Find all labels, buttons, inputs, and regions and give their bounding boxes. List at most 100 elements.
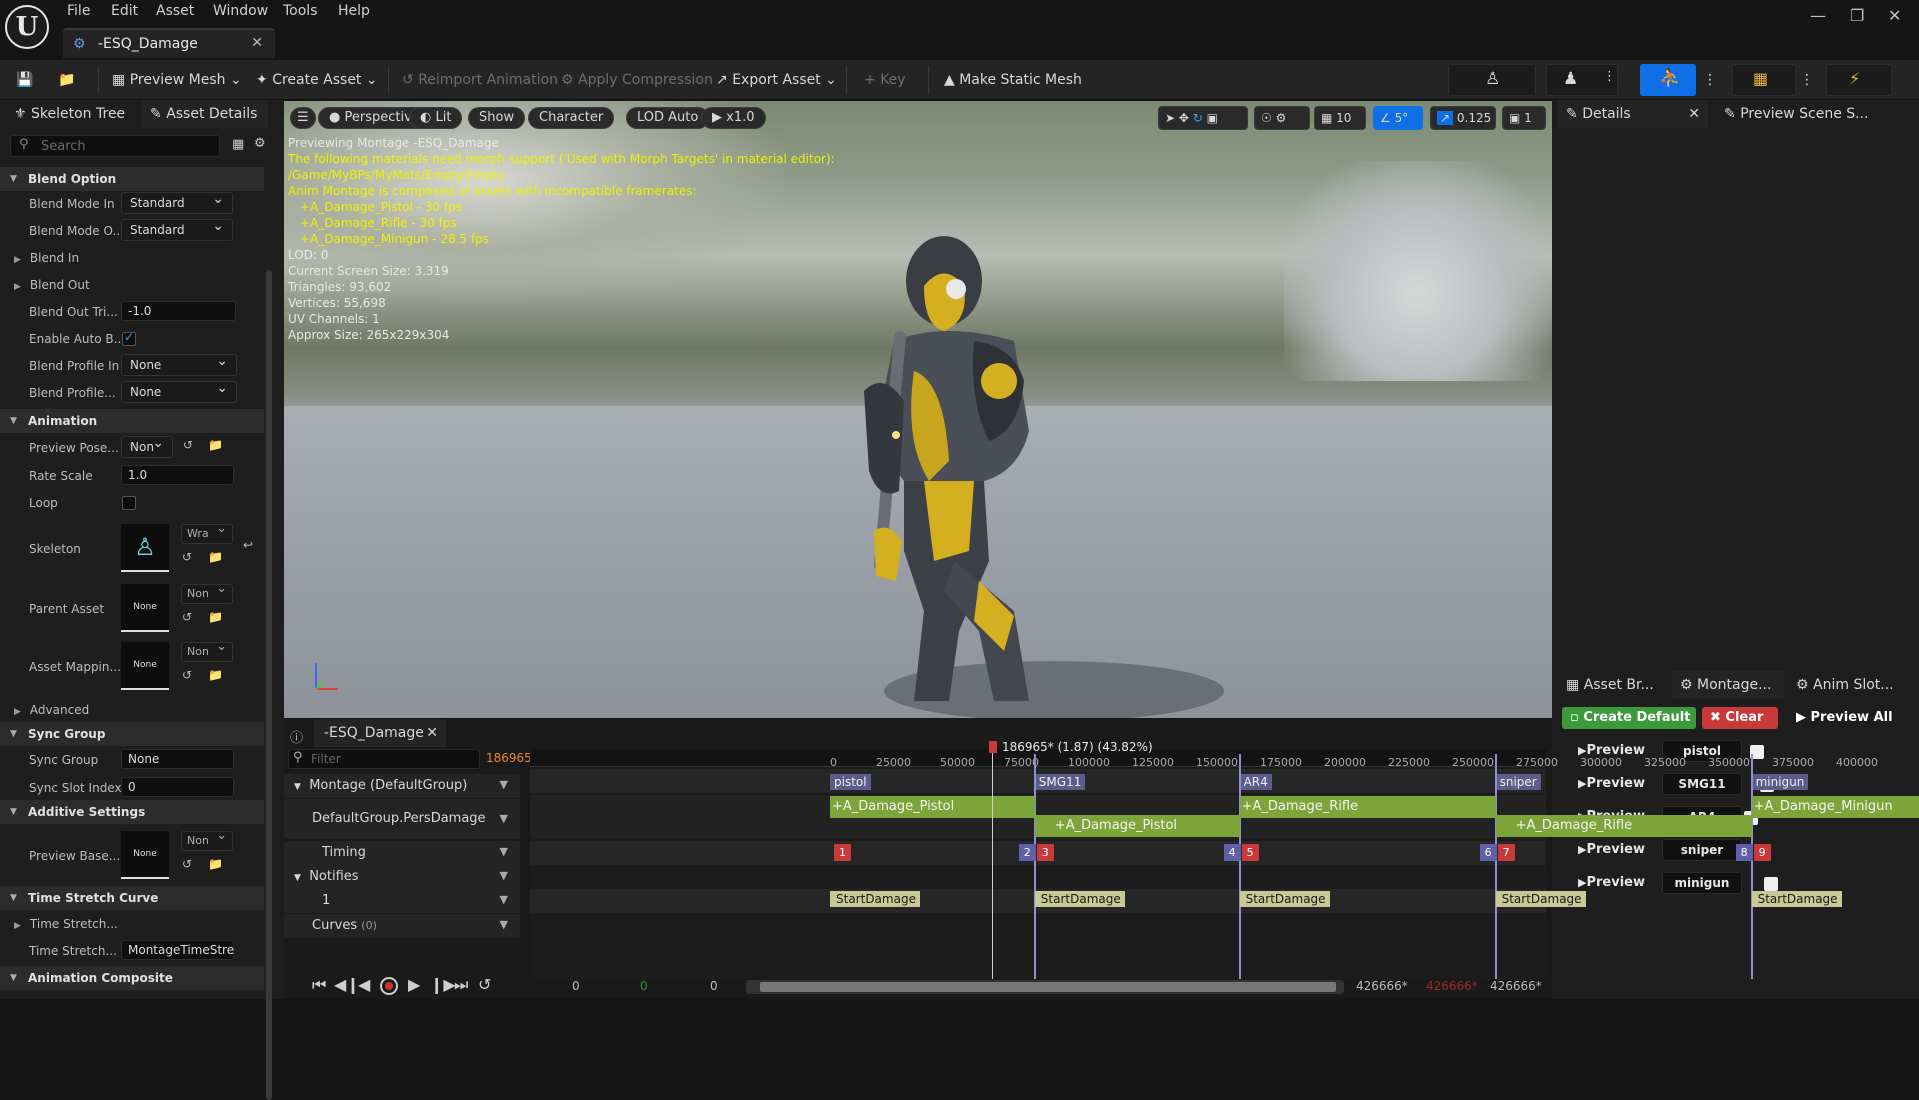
chevron-down-icon[interactable]: ▼ bbox=[500, 799, 508, 839]
section-checkbox[interactable] bbox=[1764, 877, 1778, 891]
apply-compression-button[interactable]: ⚙ Apply Compression bbox=[561, 68, 713, 92]
skeleton-thumbnail[interactable]: ♙ bbox=[121, 524, 169, 572]
preview-all-button[interactable]: ▶ Preview All bbox=[1788, 707, 1893, 729]
reset-icon[interactable]: ↺ bbox=[182, 610, 192, 624]
skip-to-end-icon[interactable]: ⏭ bbox=[454, 975, 468, 995]
anim-segment[interactable]: +A_Damage_Rifle bbox=[1495, 815, 1752, 837]
timeline-scrollbar[interactable] bbox=[746, 980, 1344, 994]
browse-folder-icon[interactable]: 📁 bbox=[208, 668, 223, 682]
tab-preview-scene[interactable]: ✎ Preview Scene S... bbox=[1716, 100, 1912, 128]
scrollbar[interactable] bbox=[266, 270, 272, 1100]
tab-asset-details[interactable]: ✎ Asset Details ✕ bbox=[142, 100, 268, 150]
unreal-logo-icon[interactable]: U bbox=[5, 5, 49, 49]
anim-segment[interactable]: +A_Damage_Pistol bbox=[830, 796, 1035, 818]
world-icon[interactable]: ☉ bbox=[1261, 111, 1272, 125]
time-stretch-row[interactable]: Time Stretch... bbox=[0, 911, 264, 935]
clear-button[interactable]: ✖ Clear bbox=[1702, 707, 1778, 729]
chevron-down-icon[interactable]: ▼ bbox=[500, 773, 508, 797]
reset-icon[interactable]: ↺ bbox=[183, 438, 193, 452]
lit-button[interactable]: ◐ Lit bbox=[409, 107, 463, 129]
timeline-scroll-thumb[interactable] bbox=[760, 982, 1336, 992]
close-tab-icon[interactable]: ✕ bbox=[426, 719, 438, 747]
loop-checkbox[interactable] bbox=[122, 496, 136, 510]
blueprint-mode-button[interactable]: ▦ bbox=[1732, 64, 1796, 96]
document-tab[interactable]: ⚙ -ESQ_Damage ✕ bbox=[63, 28, 275, 58]
skeleton-mode-button[interactable]: ♙ bbox=[1448, 64, 1536, 96]
menu-tools[interactable]: Tools bbox=[283, 3, 318, 19]
asset-mapping-select[interactable]: Non bbox=[181, 638, 233, 662]
montage-section-label[interactable]: SMG11 bbox=[1034, 774, 1086, 790]
save-icon[interactable]: 💾 bbox=[16, 68, 33, 92]
filter-input[interactable]: ⚲ Filter bbox=[288, 749, 480, 769]
timing-marker[interactable]: 4 bbox=[1223, 844, 1241, 861]
montage-section-label[interactable]: minigun bbox=[1751, 774, 1809, 790]
playhead-handle[interactable] bbox=[989, 741, 997, 753]
restore-icon[interactable]: ❐ bbox=[1850, 6, 1864, 25]
menu-file[interactable]: File bbox=[67, 3, 90, 19]
scale-icon[interactable]: ▣ bbox=[1207, 111, 1218, 125]
search-input[interactable]: ⚲ Search bbox=[10, 135, 220, 157]
make-static-mesh-button[interactable]: ▲ Make Static Mesh bbox=[944, 68, 1082, 92]
preview-base-select[interactable]: Non bbox=[181, 827, 233, 851]
chevron-down-icon[interactable]: ▼ bbox=[500, 840, 508, 864]
timing-marker[interactable]: 1 bbox=[834, 844, 851, 861]
notify-start-damage[interactable]: StartDamage bbox=[1239, 891, 1330, 907]
play-reverse-icon[interactable]: ◀ bbox=[358, 975, 370, 994]
viewport-menu-button[interactable]: ☰ bbox=[290, 107, 316, 129]
close-tab-icon[interactable]: ✕ bbox=[251, 35, 263, 51]
viewport[interactable]: ☰ ● Perspective ◐ Lit Show Character LOD… bbox=[284, 101, 1552, 718]
range-red-value[interactable]: 426666* bbox=[1426, 979, 1478, 993]
help-icon[interactable]: ⓘ bbox=[290, 727, 303, 746]
track-timing[interactable]: Timing ▼ bbox=[284, 841, 520, 865]
tab-asset-browser[interactable]: ▦ Asset Br... bbox=[1558, 671, 1668, 699]
revert-arrow-icon[interactable]: ↩ bbox=[243, 538, 253, 552]
animation-mode-button[interactable]: ⛹ bbox=[1640, 64, 1696, 96]
select-icon[interactable]: ➤ bbox=[1165, 111, 1175, 125]
range-end-value[interactable]: 426666* bbox=[1356, 979, 1408, 993]
tab-skeleton-tree[interactable]: ⚜ Skeleton Tree bbox=[6, 100, 138, 128]
skeleton-select[interactable]: Wra bbox=[181, 520, 233, 544]
notify-start-damage[interactable]: StartDamage bbox=[830, 891, 920, 907]
section-additive-settings[interactable]: Additive Settings bbox=[0, 800, 264, 824]
reset-icon[interactable]: ↺ bbox=[182, 668, 192, 682]
section-animation[interactable]: Animation bbox=[0, 409, 264, 433]
key-button[interactable]: + Key bbox=[864, 68, 906, 92]
section-name-button[interactable]: sniper bbox=[1662, 839, 1742, 861]
preview-button[interactable]: Preview bbox=[1578, 776, 1645, 791]
track-notifies[interactable]: ▼ Notifies ▼ bbox=[284, 865, 520, 889]
section-marker-line[interactable] bbox=[1033, 754, 1036, 979]
scale-snap-button[interactable]: ↗ 0.125 bbox=[1430, 106, 1496, 130]
camera-speed-button[interactable]: ▣ 1 bbox=[1502, 106, 1546, 130]
section-blend-option[interactable]: Blend Option bbox=[0, 167, 264, 191]
track-curves[interactable]: Curves (0) ▼ bbox=[284, 914, 520, 938]
playhead-line[interactable] bbox=[992, 753, 993, 979]
chevron-down-icon[interactable]: ▼ bbox=[500, 864, 508, 888]
menu-window[interactable]: Window bbox=[213, 3, 268, 19]
reset-icon[interactable]: ↺ bbox=[182, 550, 192, 564]
settings-icon[interactable]: ⚙ bbox=[254, 136, 266, 151]
enable-auto-blend-checkbox[interactable] bbox=[122, 330, 136, 346]
anim-segment[interactable]: +A_Damage_Minigun bbox=[1751, 796, 1919, 818]
step-forward-icon[interactable]: ❙▶ bbox=[430, 975, 456, 994]
timing-marker[interactable]: 8 bbox=[1735, 844, 1753, 861]
tab-montage-sections[interactable]: ⚙ Montage... ✕ bbox=[1672, 671, 1784, 721]
blend-mode-out-select[interactable]: Standard bbox=[121, 216, 233, 241]
menu-asset[interactable]: Asset bbox=[156, 3, 194, 19]
create-asset-button[interactable]: ✦ Create Asset ⌄ bbox=[256, 68, 378, 92]
menu-edit[interactable]: Edit bbox=[111, 3, 138, 19]
notify-start-damage[interactable]: StartDamage bbox=[1495, 891, 1586, 907]
section-marker-line[interactable] bbox=[1238, 754, 1241, 979]
preview-button[interactable]: Preview bbox=[1578, 842, 1645, 857]
advanced-row[interactable]: Advanced bbox=[0, 697, 264, 721]
record-button[interactable] bbox=[380, 977, 398, 995]
angle-snap-button[interactable]: ∠ 5° bbox=[1373, 106, 1423, 130]
minimize-icon[interactable]: — bbox=[1810, 6, 1826, 25]
blend-profile-in-select[interactable]: None bbox=[121, 351, 237, 376]
timing-marker[interactable]: 9 bbox=[1753, 844, 1771, 861]
section-marker-line[interactable] bbox=[1494, 754, 1497, 979]
menu-help[interactable]: Help bbox=[338, 3, 370, 19]
character-button[interactable]: Character bbox=[528, 107, 615, 129]
section-sync-group[interactable]: Sync Group bbox=[0, 722, 264, 746]
section-marker-line[interactable] bbox=[1750, 754, 1753, 979]
parent-asset-select[interactable]: Non bbox=[181, 580, 233, 604]
